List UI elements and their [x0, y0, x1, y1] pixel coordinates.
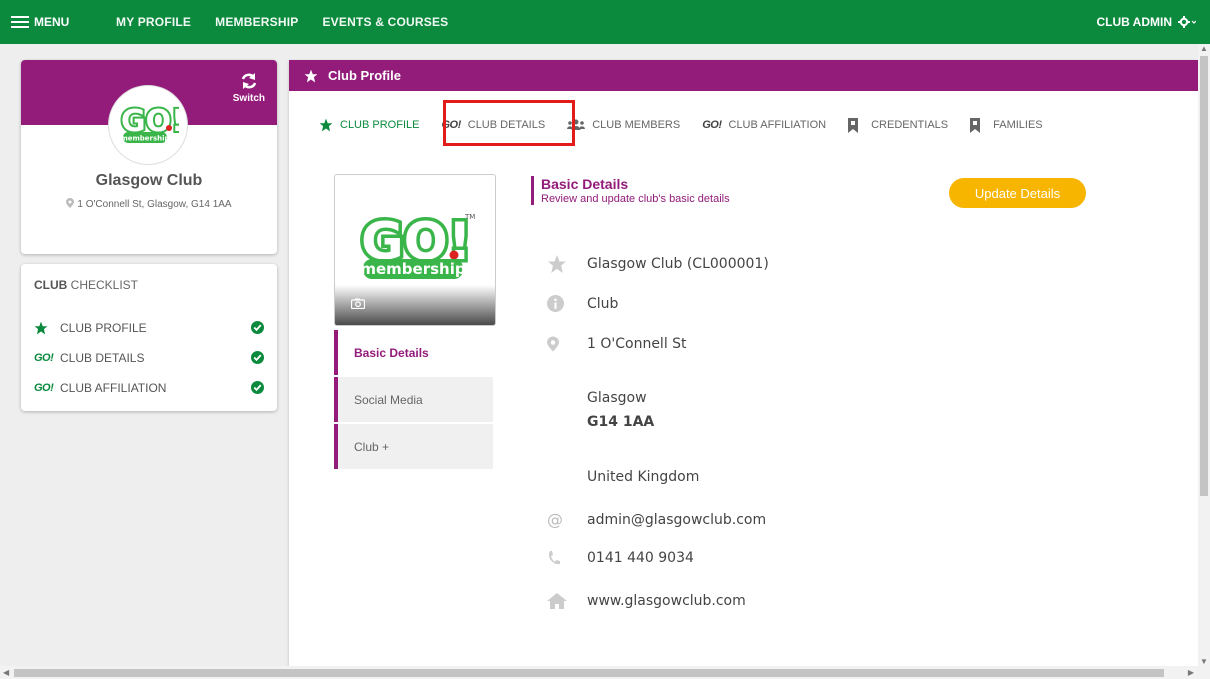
- scroll-left-arrow-icon[interactable]: ◀: [3, 668, 9, 677]
- scroll-right-arrow-icon[interactable]: ▶: [1188, 668, 1194, 677]
- switch-label: Switch: [232, 93, 265, 104]
- detail-type: Club: [547, 295, 618, 312]
- detail-email-text: admin@glasgowclub.com: [587, 511, 767, 528]
- checklist-item-club-profile[interactable]: CLUB PROFILE: [34, 318, 264, 338]
- vertical-scrollbar[interactable]: ▲ ▼: [1198, 44, 1210, 666]
- tab-bar: CLUB PROFILE GO! CLUB DETAILS CLUB MEMBE…: [319, 113, 1065, 137]
- details-side-menu: Basic Details Social Media Club +: [334, 330, 493, 471]
- home-icon: [547, 593, 587, 609]
- user-menu-label: CLUB ADMIN: [1096, 15, 1172, 29]
- menu-button[interactable]: MENU: [0, 0, 100, 44]
- checklist-item-club-details[interactable]: GO! CLUB DETAILS: [34, 348, 264, 368]
- club-profile-card: Switch GO! membership Glasgow Club 1 O'C…: [21, 60, 277, 254]
- menu-label: MENU: [34, 15, 70, 29]
- svg-text:membership: membership: [120, 135, 169, 143]
- check-circle-icon: [251, 351, 264, 364]
- club-checklist-card: CLUB CHECKLIST CLUB PROFILE GO! CLUB DET…: [21, 264, 277, 411]
- vertical-scroll-thumb[interactable]: [1200, 56, 1208, 496]
- check-circle-icon: [251, 381, 264, 394]
- club-name: Glasgow Club: [95, 172, 203, 189]
- tab-club-profile[interactable]: CLUB PROFILE: [319, 118, 419, 132]
- go-icon: GO!: [34, 352, 54, 364]
- switch-button[interactable]: Switch: [233, 72, 265, 104]
- horizontal-scrollbar[interactable]: ◀ ▶: [0, 666, 1210, 679]
- checklist-item-label: CLUB AFFILIATION: [60, 381, 167, 395]
- phone-icon: [547, 550, 587, 566]
- tab-families[interactable]: FAMILIES: [970, 117, 1043, 133]
- svg-text:membership: membership: [360, 260, 465, 278]
- checklist-item-label: CLUB DETAILS: [60, 351, 145, 365]
- section-subtitle: Review and update club's basic details: [541, 193, 730, 205]
- nav-events-courses[interactable]: EVENTS & COURSES: [322, 15, 448, 29]
- user-menu[interactable]: CLUB ADMIN: [1096, 0, 1196, 44]
- nav-membership[interactable]: MEMBERSHIP: [215, 15, 298, 29]
- hamburger-icon: [11, 16, 29, 28]
- tab-credentials[interactable]: CREDENTIALS: [848, 117, 948, 133]
- horizontal-scroll-thumb[interactable]: [14, 669, 1164, 677]
- main-panel: Club Profile CLUB PROFILE GO! CLUB DETAI…: [289, 60, 1198, 679]
- tab-club-members[interactable]: CLUB MEMBERS: [567, 119, 680, 131]
- section-heading: Basic Details Review and update club's b…: [531, 176, 730, 205]
- panel-title: Club Profile: [328, 68, 401, 83]
- club-avatar: GO! membership: [108, 85, 188, 165]
- panel-header: Club Profile: [289, 60, 1198, 91]
- section-title: Basic Details: [541, 176, 629, 192]
- club-logo-box[interactable]: GO! TM membership: [334, 174, 496, 326]
- scroll-down-arrow-icon[interactable]: ▼: [1200, 657, 1208, 666]
- side-menu-basic-details[interactable]: Basic Details: [334, 330, 493, 375]
- detail-website-text: www.glasgowclub.com: [587, 593, 746, 609]
- info-icon: [547, 295, 587, 312]
- tab-club-affiliation[interactable]: GO! CLUB AFFILIATION: [702, 119, 826, 131]
- detail-type-text: Club: [587, 295, 619, 312]
- at-icon: @: [547, 510, 563, 529]
- svg-text:TM: TM: [464, 213, 475, 221]
- detail-country: United Kingdom: [587, 469, 700, 485]
- detail-phone: 0141 440 9034: [547, 550, 694, 566]
- side-menu-social-media[interactable]: Social Media: [334, 377, 493, 422]
- top-navbar: MENU MY PROFILE MEMBERSHIP EVENTS & COUR…: [0, 0, 1210, 44]
- location-pin-icon: [66, 198, 75, 208]
- checklist-item-club-affiliation[interactable]: GO! CLUB AFFILIATION: [34, 378, 264, 398]
- star-icon: [304, 69, 318, 82]
- go-membership-logo: GO! TM membership: [358, 209, 475, 279]
- highlight-box: [443, 100, 575, 146]
- detail-city: Glasgow: [587, 390, 647, 406]
- camera-icon[interactable]: [351, 298, 365, 309]
- go-icon: GO!: [702, 119, 722, 131]
- detail-email: @ admin@glasgowclub.com: [547, 510, 766, 529]
- detail-postcode: G14 1AA: [587, 414, 655, 430]
- star-icon: [547, 255, 587, 273]
- club-address-text: 1 O'Connell St, Glasgow, G14 1AA: [77, 199, 232, 210]
- detail-club-name: Glasgow Club (CL000001): [547, 255, 769, 273]
- refresh-icon: [241, 73, 257, 89]
- detail-address-line1: 1 O'Connell St: [587, 336, 687, 352]
- detail-address: 1 O'Connell St: [547, 336, 687, 352]
- star-icon: [34, 321, 60, 335]
- bookmark-icon: [970, 117, 981, 133]
- location-pin-icon: [547, 336, 587, 352]
- nav-my-profile[interactable]: MY PROFILE: [116, 15, 191, 29]
- side-menu-club-plus[interactable]: Club +: [334, 424, 493, 469]
- detail-website: www.glasgowclub.com: [547, 593, 746, 609]
- star-icon: [319, 118, 333, 132]
- detail-phone-text: 0141 440 9034: [587, 550, 694, 566]
- go-membership-logo: GO! membership: [119, 103, 179, 143]
- gear-icon: [1178, 16, 1196, 28]
- checklist-title: CLUB CHECKLIST: [34, 278, 139, 292]
- club-address: 1 O'Connell St, Glasgow, G14 1AA: [21, 198, 277, 210]
- checklist-item-label: CLUB PROFILE: [60, 321, 147, 335]
- go-icon: GO!: [34, 382, 54, 394]
- check-circle-icon: [251, 321, 264, 334]
- update-details-button[interactable]: Update Details: [949, 178, 1086, 208]
- bookmark-icon: [848, 117, 859, 133]
- detail-club-name-text: Glasgow Club (CL000001): [587, 256, 769, 272]
- scroll-up-arrow-icon[interactable]: ▲: [1200, 44, 1208, 53]
